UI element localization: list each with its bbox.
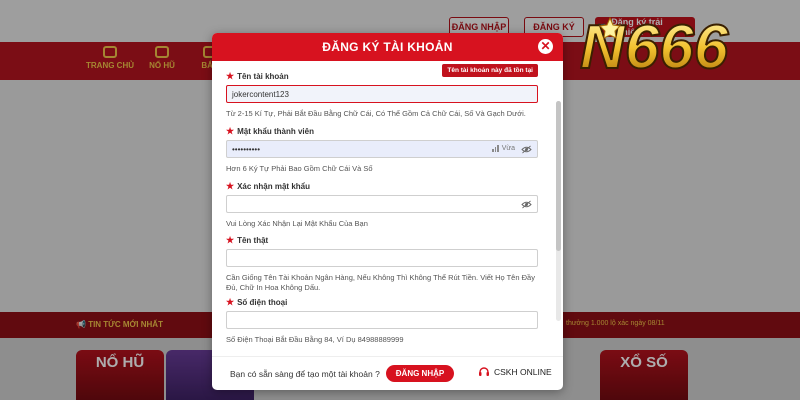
required-star-icon: ★ xyxy=(226,126,235,136)
phone-input[interactable] xyxy=(226,311,538,329)
phone-label: ★ Số điện thoại xyxy=(226,297,288,307)
svg-text:N666: N666 xyxy=(580,13,729,80)
footer-login-button[interactable]: ĐĂNG NHẬP xyxy=(386,365,454,382)
modal-title: ĐĂNG KÝ TÀI KHOẢN xyxy=(322,40,453,54)
confirm-password-hint: Vui Lòng Xác Nhận Lại Mật Khẩu Của Bạn xyxy=(226,219,368,228)
required-star-icon: ★ xyxy=(226,71,235,81)
phone-hint: Số Điện Thoại Bắt Đầu Bằng 84, Ví Dụ 849… xyxy=(226,335,404,344)
footer-question: Bạn có sẵn sàng để tạo một tài khoản ? xyxy=(230,369,380,379)
required-star-icon: ★ xyxy=(226,297,235,307)
realname-input[interactable] xyxy=(226,249,538,267)
username-group: ★ Tên tài khoản Tên tài khoản này đã tồn… xyxy=(226,64,538,119)
required-star-icon: ★ xyxy=(226,181,235,191)
required-star-icon: ★ xyxy=(226,235,235,245)
signup-modal: ĐĂNG KÝ TÀI KHOẢN ✕ ★ Tên tài khoản Tên … xyxy=(212,33,563,390)
password-group: ★ Mật khẩu thành viên •••••••••• Vừa Hơn… xyxy=(226,126,538,174)
modal-body: ★ Tên tài khoản Tên tài khoản này đã tồn… xyxy=(212,61,563,356)
realname-label: ★ Tên thật xyxy=(226,235,269,245)
brand-logo: N666 xyxy=(579,12,730,80)
password-label: ★ Mật khẩu thành viên xyxy=(226,126,314,136)
modal-header: ĐĂNG KÝ TÀI KHOẢN ✕ xyxy=(212,33,563,61)
confirm-password-group: ★ Xác nhận mật khẩu Vui Lòng Xác Nhận Lạ… xyxy=(226,181,538,229)
username-error-tooltip: Tên tài khoản này đã tồn tại xyxy=(442,64,538,77)
eye-off-icon[interactable] xyxy=(521,145,532,154)
headset-icon xyxy=(479,367,489,376)
username-input[interactable]: jokercontent123 xyxy=(226,85,538,103)
realname-group: ★ Tên thật Cần Giống Tên Tài Khoản Ngân … xyxy=(226,235,538,293)
username-hint: Từ 2-15 Kí Tự, Phải Bắt Đầu Bằng Chữ Cái… xyxy=(226,109,526,118)
confirm-password-input[interactable] xyxy=(226,195,538,213)
support-link[interactable]: CSKH ONLINE xyxy=(478,366,552,378)
eye-off-icon[interactable] xyxy=(521,200,532,209)
realname-hint: Cần Giống Tên Tài Khoản Ngân Hàng, Nếu K… xyxy=(226,273,535,292)
close-icon[interactable]: ✕ xyxy=(538,39,553,54)
phone-group: ★ Số điện thoại Số Điện Thoại Bắt Đầu Bằ… xyxy=(226,297,538,345)
modal-footer: Bạn có sẵn sàng để tạo một tài khoản ? Đ… xyxy=(212,356,563,390)
strength-bars-icon xyxy=(492,145,499,152)
password-hint: Hơn 6 Ký Tự Phải Bao Gồm Chữ Cái Và Số xyxy=(226,164,373,173)
password-strength: Vừa xyxy=(492,145,515,152)
password-input[interactable]: •••••••••• Vừa xyxy=(226,140,538,158)
confirm-password-label: ★ Xác nhận mật khẩu xyxy=(226,181,310,191)
modal-scrollbar[interactable] xyxy=(556,101,561,321)
